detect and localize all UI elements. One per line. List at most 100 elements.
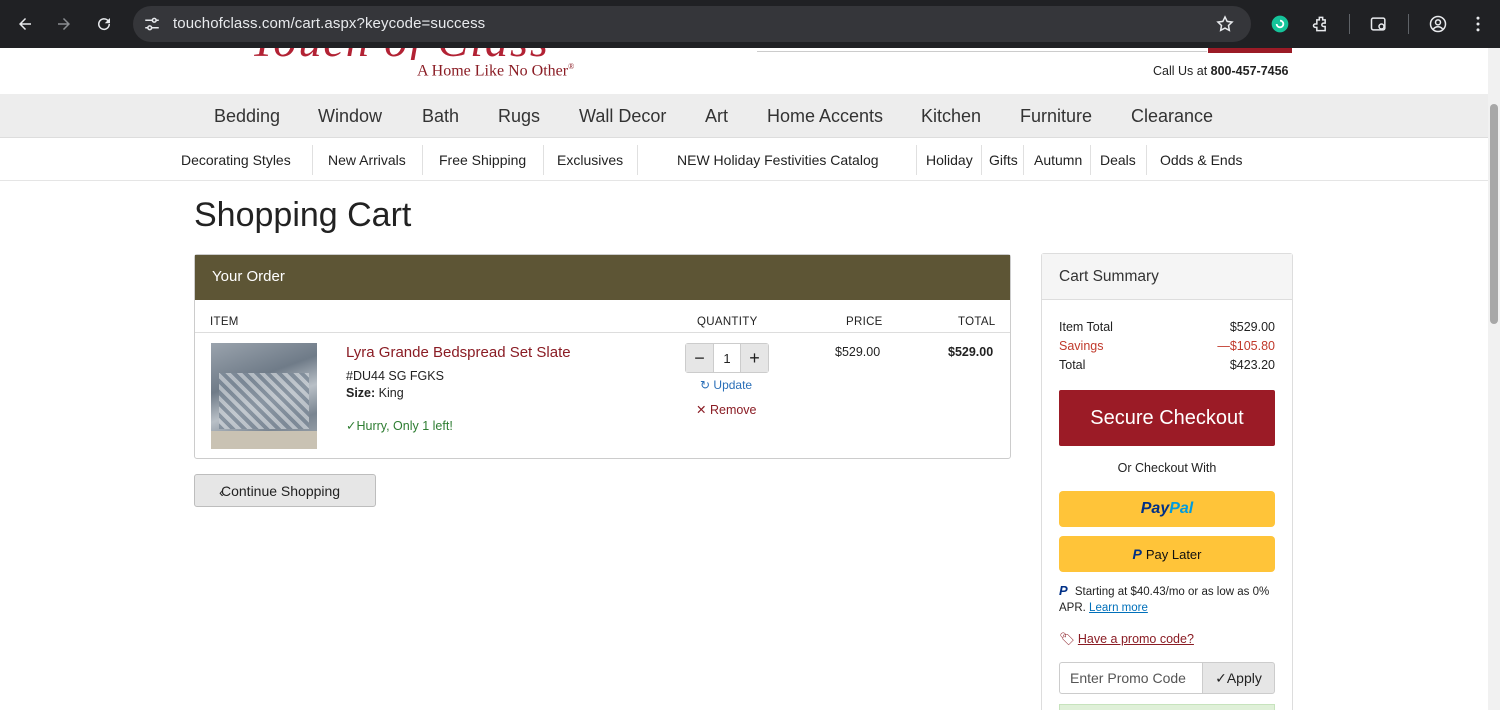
nav-wall-decor[interactable]: Wall Decor — [579, 106, 666, 127]
nav-furniture[interactable]: Furniture — [1020, 106, 1092, 127]
item-price: $529.00 — [835, 345, 881, 359]
product-sku: #DU44 SG FGKS — [346, 369, 444, 383]
subnav-holiday-catalog[interactable]: NEW Holiday Festivities Catalog — [677, 152, 879, 168]
subnav-new-arrivals[interactable]: New Arrivals — [328, 152, 406, 168]
profile-avatar-icon[interactable] — [1426, 12, 1450, 36]
size-value: King — [378, 386, 404, 400]
toolbar-separator — [1349, 14, 1350, 34]
nav-window[interactable]: Window — [318, 106, 382, 127]
checkmark-icon: ✓ — [1215, 669, 1227, 686]
total-value: $423.20 — [1229, 358, 1275, 372]
site-search-button[interactable] — [1208, 48, 1292, 53]
nav-bedding[interactable]: Bedding — [214, 106, 280, 127]
subnav-autumn[interactable]: Autumn — [1034, 152, 1082, 168]
item-total-label: Item Total — [1059, 320, 1113, 334]
subnav-deals[interactable]: Deals — [1100, 152, 1136, 168]
product-size: Size: King — [346, 386, 404, 400]
site-tagline: A Home Like No Other® — [417, 62, 574, 80]
grammarly-extension-icon[interactable] — [1268, 12, 1292, 36]
nav-kitchen[interactable]: Kitchen — [921, 106, 981, 127]
subnav-free-shipping[interactable]: Free Shipping — [439, 152, 526, 168]
page-title: Shopping Cart — [194, 196, 412, 234]
stock-note: ✓Hurry, Only 1 left! — [346, 418, 453, 433]
nav-home-accents[interactable]: Home Accents — [767, 106, 883, 127]
site-search-input[interactable] — [757, 48, 1207, 52]
nav-bath[interactable]: Bath — [422, 106, 459, 127]
paypal-pay-later-button[interactable]: P Pay Later — [1059, 536, 1275, 572]
tab-search-icon[interactable] — [1367, 12, 1391, 36]
back-button[interactable] — [11, 10, 39, 38]
scrollbar-thumb[interactable] — [1490, 104, 1498, 324]
stock-note-text: Hurry, Only 1 left! — [356, 419, 453, 433]
url-text[interactable]: touchofclass.com/cart.aspx?keycode=succe… — [173, 15, 485, 32]
paypal-logo-pay: Pay — [1140, 500, 1170, 517]
subnav-divider — [637, 145, 638, 175]
pay-later-label: Pay Later — [1145, 546, 1202, 562]
call-us-label: Call Us at — [1153, 64, 1211, 78]
web-page: Touch of Class A Home Like No Other® Cal… — [0, 48, 1488, 710]
reload-icon — [98, 18, 111, 31]
subnav-divider — [312, 145, 313, 175]
apply-promo-button[interactable]: ✓ Apply — [1202, 662, 1275, 694]
remove-label: Remove — [709, 403, 757, 417]
cart-summary-panel: Cart Summary Item Total $529.00 Savings … — [1041, 253, 1293, 710]
header-divider — [195, 332, 1010, 333]
tagline-text: A Home Like No Other — [417, 62, 569, 80]
product-thumbnail[interactable] — [211, 343, 317, 449]
item-total: $529.00 — [948, 345, 994, 359]
nav-clearance[interactable]: Clearance — [1131, 106, 1213, 127]
browser-toolbar: touchofclass.com/cart.aspx?keycode=succe… — [0, 0, 1500, 48]
promo-code-input[interactable] — [1059, 662, 1203, 694]
page-scrollbar[interactable] — [1488, 48, 1500, 710]
subnav-exclusives[interactable]: Exclusives — [557, 152, 623, 168]
toolbar-separator — [1408, 14, 1409, 34]
nav-rugs[interactable]: Rugs — [498, 106, 540, 127]
reload-button[interactable] — [90, 10, 118, 38]
secondary-navigation: Decorating Styles New Arrivals Free Ship… — [0, 139, 1488, 181]
subnav-divider — [1146, 145, 1147, 175]
forward-button[interactable] — [50, 10, 78, 38]
subnav-divider — [543, 145, 544, 175]
size-label: Size: — [346, 386, 376, 400]
subnav-gifts[interactable]: Gifts — [989, 152, 1018, 168]
order-panel-heading: Your Order — [195, 255, 1010, 300]
subnav-odds-ends[interactable]: Odds & Ends — [1160, 152, 1243, 168]
paypal-logo-pal: Pal — [1169, 500, 1194, 517]
continue-shopping-label: Continue Shopping — [221, 483, 341, 499]
subnav-decorating-styles[interactable]: Decorating Styles — [181, 152, 291, 168]
increase-quantity-button[interactable]: + — [741, 344, 768, 372]
subnav-holiday[interactable]: Holiday — [926, 152, 973, 168]
learn-more-link[interactable]: Learn more — [1089, 602, 1148, 614]
quantity-stepper: − 1 + — [685, 343, 769, 373]
subnav-divider — [981, 145, 982, 175]
secure-checkout-button[interactable]: Secure Checkout — [1059, 390, 1275, 446]
column-header-item: ITEM — [210, 316, 239, 328]
phone-number[interactable]: 800-457-7456 — [1211, 64, 1289, 78]
paypal-p-icon: P — [1059, 583, 1068, 598]
bookmark-star-icon[interactable] — [1215, 14, 1235, 34]
promo-code-link[interactable]: 🏷 Have a promo code? — [1059, 632, 1194, 647]
total-row: Total $423.20 — [1059, 358, 1275, 372]
summary-message-banner — [1059, 704, 1275, 710]
subnav-divider — [422, 145, 423, 175]
remove-link[interactable]: ✕ Remove — [696, 402, 757, 417]
bedspread-pattern — [219, 373, 309, 429]
main-navigation: Bedding Window Bath Rugs Wall Decor Art … — [0, 94, 1488, 138]
quantity-input[interactable]: 1 — [713, 344, 741, 372]
update-link[interactable]: ↻ Update — [700, 378, 752, 392]
browser-menu-icon[interactable] — [1466, 12, 1490, 36]
decrease-quantity-button[interactable]: − — [686, 344, 713, 372]
site-logo[interactable]: Touch of Class — [250, 48, 580, 60]
paypal-button[interactable]: Pay Pal — [1059, 491, 1275, 527]
extensions-puzzle-icon[interactable] — [1309, 12, 1333, 36]
product-name-link[interactable]: Lyra Grande Bedspread Set Slate — [346, 344, 571, 361]
total-label: Total — [1059, 358, 1086, 372]
tagline-registered-mark: ® — [568, 62, 575, 71]
continue-shopping-button[interactable]: ‹ Continue Shopping — [194, 474, 376, 507]
checkmark-icon: ✓ — [346, 419, 357, 433]
promo-link-text: Have a promo code? — [1077, 632, 1194, 646]
nav-art[interactable]: Art — [705, 106, 728, 127]
address-bar[interactable]: touchofclass.com/cart.aspx?keycode=succe… — [133, 6, 1251, 42]
arrow-left-icon — [19, 18, 31, 30]
site-settings-icon[interactable] — [143, 15, 161, 33]
